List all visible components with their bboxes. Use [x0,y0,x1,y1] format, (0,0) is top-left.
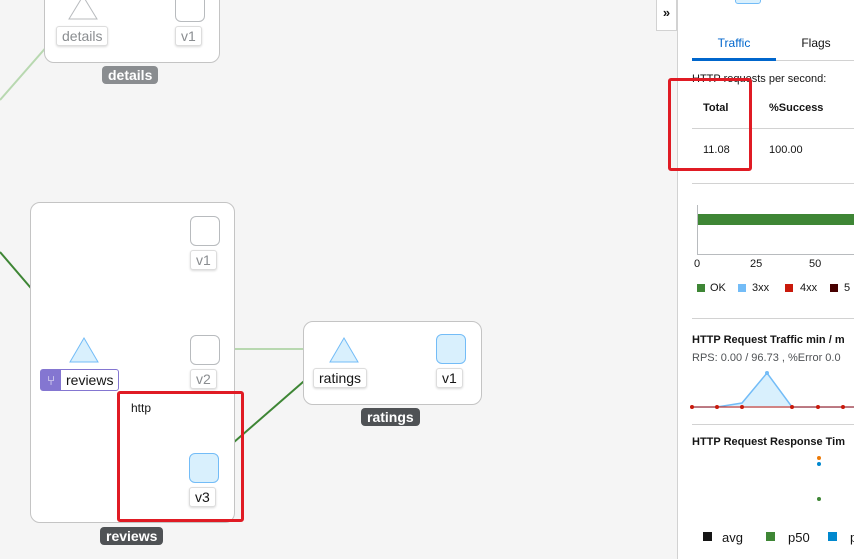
reviews-v1-label: v1 [190,250,217,270]
details-v1-label: v1 [175,26,202,46]
reviews-v2-label: v2 [190,369,217,389]
legend-5xx-swatch [830,284,838,292]
traffic-title: HTTP Request Traffic min / m [692,334,845,346]
legend-p50-swatch [766,532,775,541]
reviews-v2-node[interactable] [190,335,220,365]
legend-avg-swatch [703,532,712,541]
table-cell-success: 100.00 [769,144,803,156]
details-service-node-icon[interactable] [68,0,98,20]
response-point-p99 [817,456,821,460]
ok-traffic-bar[interactable] [698,214,854,225]
bar-chart-axis [697,205,698,255]
selected-node-icon [735,0,761,4]
ratings-v1-node[interactable] [436,334,466,364]
ratings-service-label: ratings [313,368,368,388]
section-divider [692,318,854,319]
legend-ok-swatch [697,284,705,292]
legend-ok-label: OK [710,282,726,294]
legend-4xx-label: 4xx [800,282,818,294]
legend-p50-label: p50 [788,530,810,545]
legend-avg-label: avg [722,530,743,545]
service-graph-canvas[interactable]: details v1 details v1 ⑂ reviews v2 http … [0,0,677,559]
reviews-service-label: reviews [66,372,114,388]
bar-chart-baseline [697,254,854,255]
section-divider-2 [692,424,854,425]
panel-tabs: Traffic Flags [692,28,854,61]
tab-traffic[interactable]: Traffic [692,28,776,61]
legend-4xx-swatch [785,284,793,292]
ratings-group-label: ratings [361,408,420,426]
bar-axis-tick-25: 25 [750,258,763,270]
response-point-p50 [817,497,821,501]
legend-3xx-swatch [738,284,746,292]
response-time-title: HTTP Request Response Tim [692,436,846,448]
details-service-label: details [56,26,109,46]
virtual-service-icon: ⑂ [41,370,61,390]
details-group-label: details [102,66,159,84]
highlight-box-total [668,78,752,171]
legend-3xx-label: 3xx [752,282,770,294]
table-bottom-divider [692,183,854,184]
legend-p95-swatch [828,532,837,541]
collapse-panel-button[interactable]: » [656,0,677,31]
ratings-v1-label: v1 [436,368,463,388]
ratings-service-node-icon[interactable] [329,337,359,363]
reviews-group-label: reviews [100,527,164,545]
highlight-box-reviews-v3 [117,391,244,522]
reviews-service-node-icon[interactable] [69,337,99,363]
response-point-p95 [817,462,821,466]
tab-flags[interactable]: Flags [776,28,854,58]
details-v1-node[interactable] [175,0,205,22]
traffic-sparkline[interactable] [678,365,854,415]
reviews-service-badge[interactable]: ⑂ reviews [40,369,120,391]
legend-p95-label: p [850,530,854,545]
legend-5xx-label: 5 [844,282,851,294]
traffic-stats: RPS: 0.00 / 96.73 , %Error 0.0 [692,352,841,364]
table-header-success: %Success [769,102,824,114]
bar-axis-tick-50: 50 [809,258,822,270]
reviews-v1-node[interactable] [190,216,220,246]
bar-axis-tick-0: 0 [694,258,701,270]
double-chevron-right-icon: » [662,5,671,20]
